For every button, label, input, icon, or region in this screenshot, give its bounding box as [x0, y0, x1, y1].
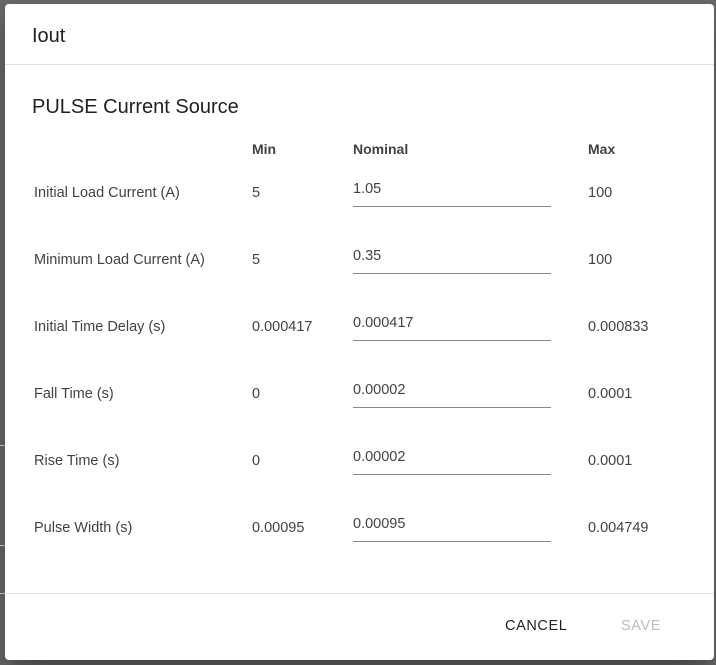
- param-max-value: 0.004749: [588, 520, 649, 536]
- param-row-fall-time: Fall Time (s) 0 0.0001: [5, 376, 714, 416]
- param-label: Rise Time (s): [34, 453, 120, 469]
- dialog-actions: CANCEL SAVE: [5, 594, 714, 660]
- title-divider: [5, 64, 714, 65]
- param-max-value: 0.0001: [588, 453, 633, 469]
- param-max-value: 100: [588, 252, 613, 268]
- param-row-pulse-width: Pulse Width (s) 0.00095 0.004749: [5, 510, 714, 550]
- dialog-title: Iout: [32, 25, 66, 47]
- pulse-current-source-dialog: Iout PULSE Current Source Min Nominal Ma…: [5, 4, 714, 660]
- column-header-min: Min: [252, 141, 277, 157]
- param-min-value: 0.00095: [252, 520, 305, 536]
- param-max-value: 0.0001: [588, 386, 633, 402]
- nominal-input-pulse-width[interactable]: [353, 510, 551, 542]
- nominal-input-minimum-load-current[interactable]: [353, 242, 551, 274]
- param-min-value: 0: [252, 453, 261, 469]
- param-label: Initial Time Delay (s): [34, 319, 166, 335]
- section-title: PULSE Current Source: [32, 96, 239, 118]
- nominal-input-initial-time-delay[interactable]: [353, 309, 551, 341]
- param-row-initial-time-delay: Initial Time Delay (s) 0.000417 0.000833: [5, 309, 714, 349]
- nominal-input-rise-time[interactable]: [353, 443, 551, 475]
- param-label: Initial Load Current (A): [34, 185, 180, 201]
- save-button[interactable]: SAVE: [613, 608, 669, 644]
- param-max-value: 0.000833: [588, 319, 649, 335]
- param-min-value: 0.000417: [252, 319, 313, 335]
- param-label: Pulse Width (s): [34, 520, 133, 536]
- param-row-minimum-load-current: Minimum Load Current (A) 5 100: [5, 242, 714, 282]
- param-min-value: 0: [252, 386, 261, 402]
- param-max-value: 100: [588, 185, 613, 201]
- param-row-rise-time: Rise Time (s) 0 0.0001: [5, 443, 714, 483]
- column-header-max: Max: [588, 141, 616, 157]
- nominal-input-initial-load-current[interactable]: [353, 175, 551, 207]
- column-header-nominal: Nominal: [353, 141, 409, 157]
- param-label: Minimum Load Current (A): [34, 252, 205, 268]
- param-min-value: 5: [252, 252, 261, 268]
- cancel-button[interactable]: CANCEL: [497, 608, 575, 644]
- param-row-initial-load-current: Initial Load Current (A) 5 100: [5, 175, 714, 215]
- param-min-value: 5: [252, 185, 261, 201]
- nominal-input-fall-time[interactable]: [353, 376, 551, 408]
- param-label: Fall Time (s): [34, 386, 114, 402]
